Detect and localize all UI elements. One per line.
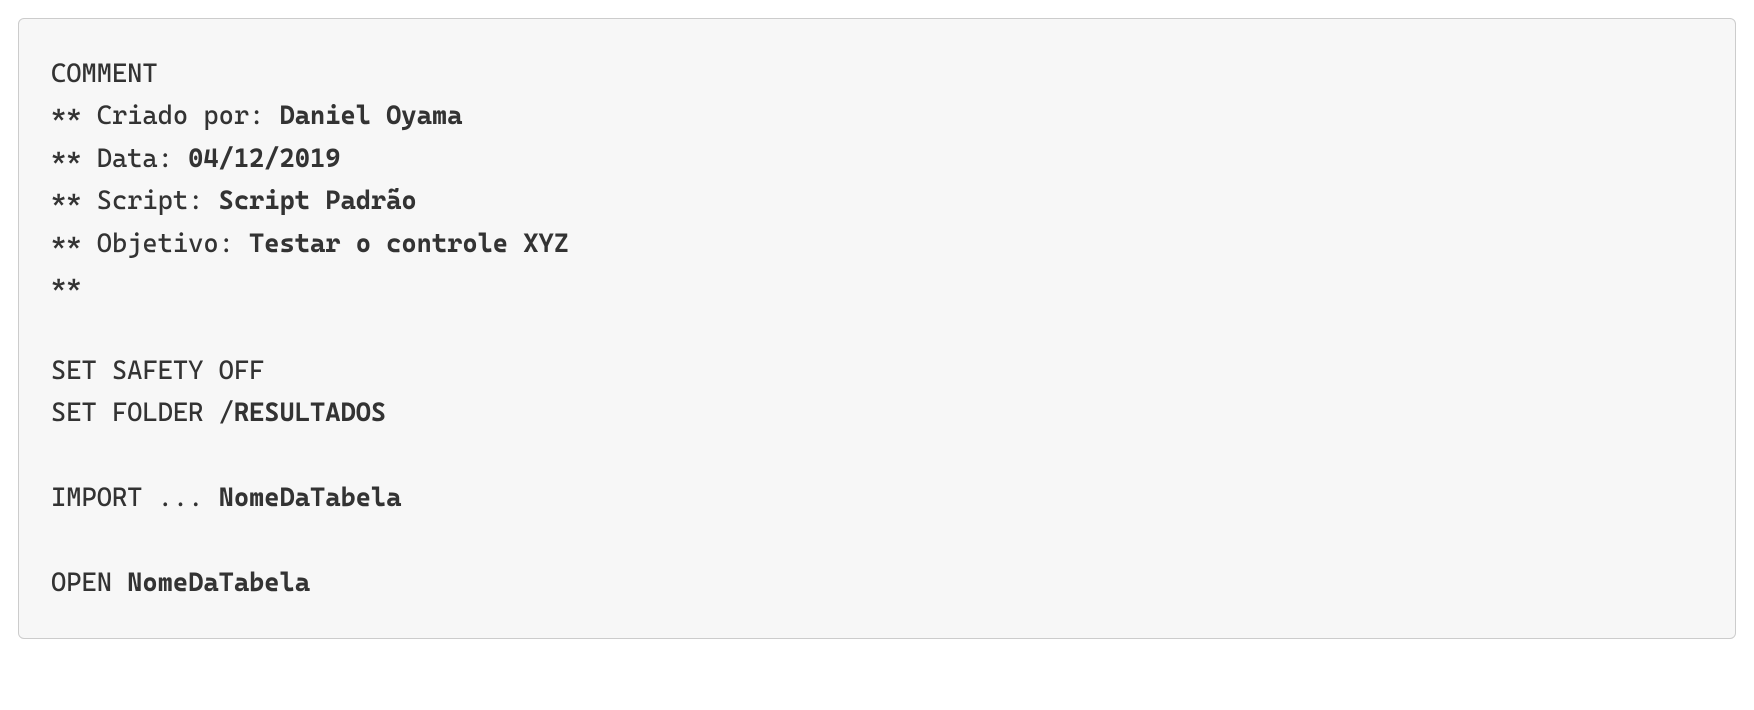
code-line-prefix: ** Objetivo:	[51, 229, 249, 259]
code-folder: RESULTADOS	[234, 398, 386, 428]
code-author: Daniel Oyama	[280, 101, 463, 131]
code-line: **	[51, 271, 81, 301]
code-date: 04/12/2019	[188, 144, 340, 174]
code-line-prefix: ** Criado por:	[51, 101, 280, 131]
code-table-import: NomeDaTabela	[219, 483, 402, 513]
code-line-prefix: OPEN	[51, 568, 127, 598]
code-block: COMMENT ** Criado por: Daniel Oyama ** D…	[18, 18, 1736, 639]
code-table-open: NomeDaTabela	[127, 568, 310, 598]
code-line-prefix: SET FOLDER /	[51, 398, 234, 428]
code-objective: Testar o controle XYZ	[249, 229, 569, 259]
code-line: COMMENT	[51, 59, 158, 89]
code-line-prefix: IMPORT ...	[51, 483, 219, 513]
code-line-prefix: ** Script:	[51, 186, 219, 216]
code-line-prefix: ** Data:	[51, 144, 188, 174]
code-line: SET SAFETY OFF	[51, 356, 264, 386]
code-script-name: Script Padrão	[219, 186, 417, 216]
